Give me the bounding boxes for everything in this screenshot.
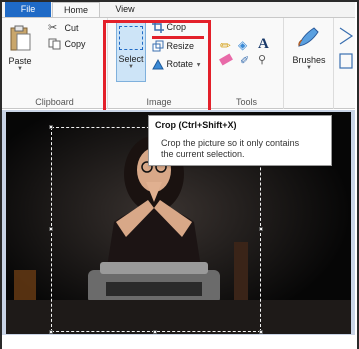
tooltip-line-1: Crop the picture so it only contains bbox=[161, 138, 300, 148]
cut-label: Cut bbox=[64, 22, 79, 33]
tooltip-line-2: the current selection. bbox=[161, 149, 245, 159]
copy-label: Copy bbox=[64, 39, 86, 49]
selection-handle-bottom-right[interactable] bbox=[259, 330, 263, 334]
paste-button[interactable]: Paste ▼ bbox=[5, 24, 35, 84]
paste-dropdown-icon: ▼ bbox=[17, 66, 23, 72]
fill-bucket-icon[interactable]: ◈ bbox=[238, 38, 247, 52]
tools-group-label: Tools bbox=[235, 97, 257, 107]
scissors-icon: ✂ bbox=[48, 22, 58, 34]
copy-icon bbox=[48, 38, 61, 50]
brushes-group: Brushes ▼ bbox=[284, 18, 334, 109]
ribbon-tab-strip: File Home View bbox=[2, 2, 355, 18]
color-picker-icon[interactable]: ✐ bbox=[240, 54, 249, 67]
status-strip bbox=[2, 335, 355, 349]
brush-icon bbox=[298, 27, 319, 47]
pencil-icon[interactable]: ✏ bbox=[220, 38, 231, 54]
text-tool-icon[interactable]: A bbox=[258, 36, 269, 53]
selection-handle-top-left[interactable] bbox=[49, 125, 53, 129]
selection-handle-bottom-mid[interactable] bbox=[153, 330, 157, 334]
crop-tooltip: Crop (Ctrl+Shift+X) Crop the picture so … bbox=[148, 115, 332, 166]
brushes-dropdown-icon: ▼ bbox=[306, 65, 312, 71]
selection-handle-mid-left[interactable] bbox=[49, 227, 53, 231]
selection-handle-mid-right[interactable] bbox=[259, 227, 263, 231]
tab-home[interactable]: Home bbox=[52, 2, 100, 18]
clipboard-group: Paste ▼ ✂ Cut Copy Clipboard bbox=[2, 18, 108, 109]
eraser-icon[interactable] bbox=[219, 53, 233, 66]
brushes-button[interactable]: Brushes ▼ bbox=[290, 24, 328, 71]
brushes-label: Brushes bbox=[292, 55, 326, 65]
image-group-highlight bbox=[103, 20, 211, 113]
cut-button[interactable]: ✂ Cut bbox=[48, 21, 79, 34]
selection-handle-bottom-left[interactable] bbox=[49, 330, 53, 334]
tools-group: ✏ ◈ A ✐ ⚲ Tools bbox=[210, 18, 284, 109]
copy-button[interactable]: Copy bbox=[48, 38, 86, 50]
paste-icon bbox=[10, 25, 31, 51]
shapes-gallery-icon[interactable] bbox=[338, 26, 354, 76]
tab-file[interactable]: File bbox=[5, 2, 51, 17]
shapes-group bbox=[334, 18, 355, 109]
tab-view[interactable]: View bbox=[102, 2, 148, 17]
paste-label: Paste bbox=[8, 56, 32, 66]
magnifier-icon[interactable]: ⚲ bbox=[258, 53, 266, 66]
tooltip-title: Crop (Ctrl+Shift+X) bbox=[155, 120, 237, 130]
clipboard-group-label: Clipboard bbox=[35, 97, 74, 107]
tooltip-description: Crop the picture so it only contains the… bbox=[155, 138, 325, 160]
